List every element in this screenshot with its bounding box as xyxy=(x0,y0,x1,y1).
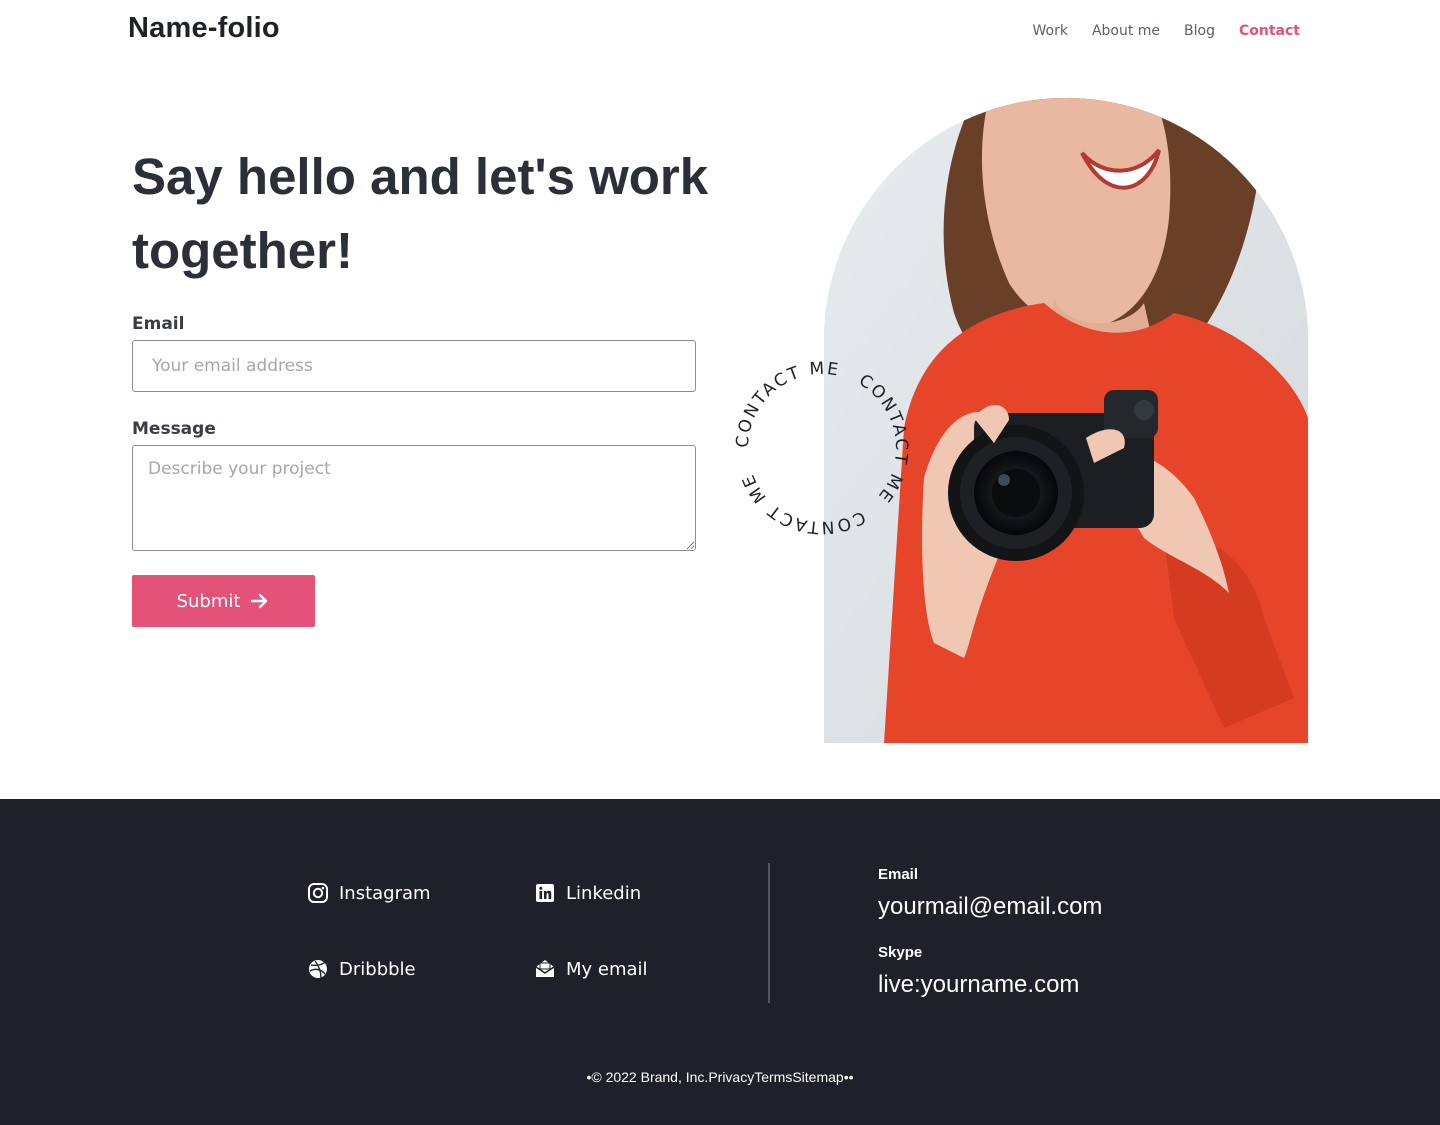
instagram-label: Instagram xyxy=(339,882,431,904)
email-link-label: My email xyxy=(566,958,648,980)
copyright-suffix: •• xyxy=(843,1069,854,1085)
privacy-link[interactable]: Privacy xyxy=(708,1069,754,1085)
nav-work[interactable]: Work xyxy=(1033,20,1068,42)
submit-button[interactable]: Submit xyxy=(132,575,315,627)
message-textarea[interactable] xyxy=(132,445,696,551)
linkedin-icon xyxy=(534,882,556,904)
email-link[interactable]: My email xyxy=(534,958,648,980)
email-label: Email xyxy=(132,314,185,334)
logo[interactable]: Name-folio xyxy=(128,12,280,45)
svg-text:CONTACT ME: CONTACT ME xyxy=(738,470,869,537)
instagram-icon xyxy=(307,882,329,904)
badge-text-1: CONTACT ME xyxy=(733,359,840,449)
footer-email-label: Email xyxy=(878,866,919,883)
dribbble-link[interactable]: Dribbble xyxy=(307,958,416,980)
badge-text-2: CONTACT ME xyxy=(855,370,909,507)
badge-text-3: CONTACT ME xyxy=(738,470,866,537)
footer-email-value[interactable]: yourmail@email.com xyxy=(878,893,1102,921)
svg-text:CONTACT ME: CONTACT ME xyxy=(733,359,842,449)
footer-divider xyxy=(768,863,770,1003)
terms-link[interactable]: Terms xyxy=(754,1069,792,1085)
copyright-text: •© 2022 Brand, Inc. xyxy=(586,1069,709,1085)
dribbble-icon xyxy=(307,958,329,980)
email-input[interactable] xyxy=(132,340,696,392)
linkedin-label: Linkedin xyxy=(566,882,642,904)
nav-contact[interactable]: Contact xyxy=(1239,20,1300,42)
nav-blog[interactable]: Blog xyxy=(1184,20,1215,42)
main-nav: Work About me Blog Contact xyxy=(1033,20,1301,42)
sitemap-link[interactable]: Sitemap xyxy=(792,1069,843,1085)
footer-skype-label: Skype xyxy=(878,944,923,961)
copyright-bar: •© 2022 Brand, Inc.PrivacyTermsSitemap•• xyxy=(0,1069,1440,1085)
site-footer: Instagram Linkedin Dribbble My email Ema… xyxy=(0,799,1440,1125)
contact-me-badge[interactable]: CONTACT ME CONTACT ME CONTACT ME xyxy=(732,358,912,538)
submit-label: Submit xyxy=(176,590,241,612)
site-header: Name-folio Work About me Blog Contact xyxy=(0,0,1440,62)
nav-about-me[interactable]: About me xyxy=(1092,20,1160,42)
message-label: Message xyxy=(132,419,216,439)
open-envelope-icon xyxy=(534,958,556,980)
linkedin-link[interactable]: Linkedin xyxy=(534,882,641,904)
dribbble-label: Dribbble xyxy=(339,958,416,980)
page-title: Say hello and let's work together! xyxy=(132,148,709,279)
svg-text:CONTACT ME: CONTACT ME xyxy=(855,370,911,507)
arrow-right-icon xyxy=(250,591,270,611)
instagram-link[interactable]: Instagram xyxy=(307,882,431,904)
footer-skype-value[interactable]: live:yourname.com xyxy=(878,971,1079,999)
